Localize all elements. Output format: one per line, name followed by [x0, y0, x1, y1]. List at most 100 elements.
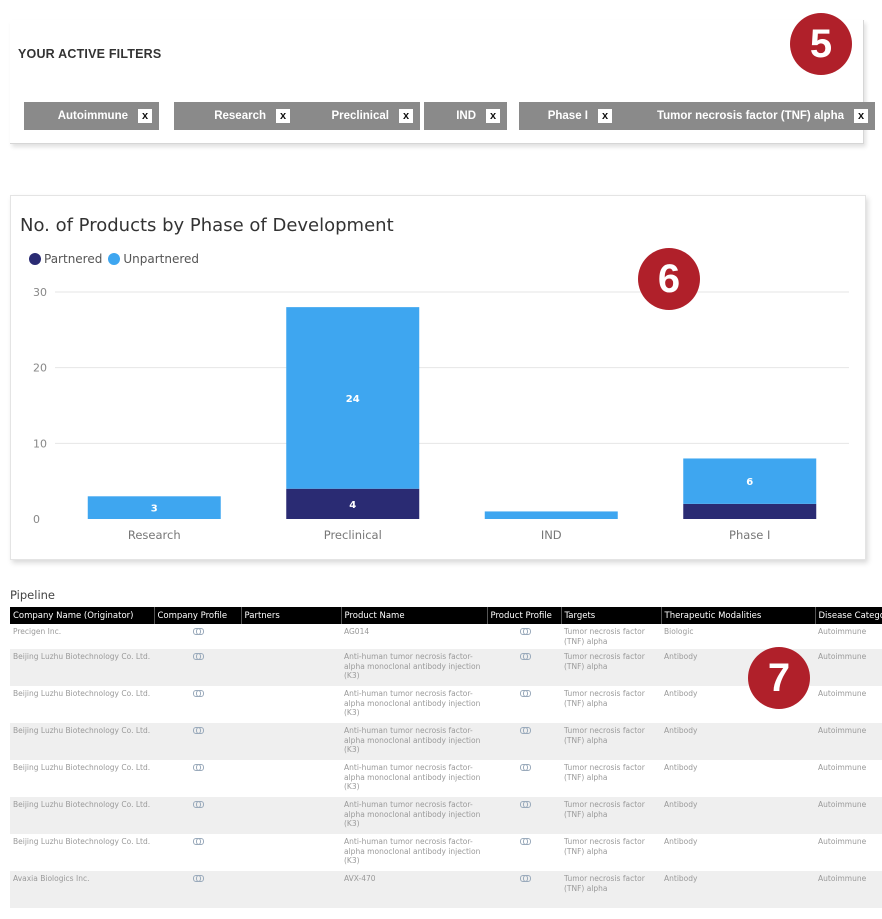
cell-product-name: Anti-human tumor necrosis factor-alpha m… [344, 689, 481, 717]
cell-therapeutic-modality: Antibody [661, 797, 815, 834]
cell-company-name: Beijing Luzhu Biotechnology Co. Ltd. [13, 763, 151, 772]
cell-disease-category: Autoimmune [815, 797, 882, 834]
cell-product-name: Anti-human tumor necrosis factor-alpha m… [341, 649, 487, 686]
close-icon[interactable]: x [276, 109, 290, 123]
cell-targets: Tumor necrosis factor (TNF) alpha [564, 689, 645, 708]
company-profile-link-icon[interactable] [193, 628, 204, 635]
x-tick-label: Research [128, 528, 181, 542]
cell-product-name: Anti-human tumor necrosis factor-alpha m… [341, 723, 487, 760]
close-icon[interactable]: x [138, 109, 152, 123]
cell-partners [241, 871, 341, 908]
cell-product-name: AVX-470 [341, 871, 487, 908]
product-profile-link-icon[interactable] [519, 727, 531, 734]
column-header-product-name[interactable]: Product Name [341, 607, 488, 624]
column-header-partners[interactable]: Partners [241, 607, 342, 624]
column-header-company[interactable]: Company Name (Originator) [10, 607, 155, 624]
y-tick-label: 0 [33, 513, 40, 526]
profile-cell [154, 723, 241, 760]
product-profile-link-icon[interactable] [519, 801, 531, 808]
filter-chip-research: Research x [174, 102, 297, 130]
table-row[interactable]: Beijing Luzhu Biotechnology Co. Ltd. Anti… [10, 760, 882, 797]
column-header-disease-category[interactable]: Disease Category [815, 607, 882, 624]
product-profile-link-icon[interactable] [519, 653, 531, 660]
close-icon[interactable]: x [399, 109, 413, 123]
product-profile-link-icon[interactable] [519, 764, 531, 771]
company-profile-link-icon[interactable] [193, 801, 204, 808]
y-tick-label: 30 [33, 286, 47, 299]
profile-cell [154, 871, 241, 908]
cell-product-name: Anti-human tumor necrosis factor-alpha m… [341, 797, 487, 834]
cell-disease-category: Autoimmune [818, 627, 867, 636]
table-row[interactable]: Beijing Luzhu Biotechnology Co. Ltd. Anti… [10, 834, 882, 871]
cell-partners [241, 649, 341, 686]
table-row[interactable]: Beijing Luzhu Biotechnology Co. Ltd. Anti… [10, 797, 882, 834]
cell-disease-category: Autoimmune [815, 649, 882, 686]
pipeline-label: Pipeline [10, 588, 56, 602]
bar-partnered-phase-i[interactable] [683, 503, 817, 519]
cell-targets: Tumor necrosis factor (TNF) alpha [564, 763, 645, 782]
column-header-targets[interactable]: Targets [561, 607, 662, 624]
filter-chip-label: Autoimmune [57, 110, 128, 122]
cell-partners [241, 760, 341, 797]
filter-chip-ind: IND x [424, 102, 507, 130]
close-icon[interactable]: x [598, 109, 612, 123]
profile-cell [487, 760, 561, 797]
product-profile-link-icon[interactable] [519, 628, 531, 635]
table-row[interactable]: Avaxia Biologics Inc. AVX-470 Tumor necros… [10, 871, 882, 908]
product-profile-link-icon[interactable] [519, 875, 531, 882]
table-row[interactable]: Beijing Luzhu Biotechnology Co. Ltd. Anti… [10, 723, 882, 760]
table-header-row: Company Name (Originator) Company Profil… [10, 607, 882, 624]
profile-cell [154, 649, 241, 686]
bar-unpartnered-ind[interactable] [484, 511, 618, 519]
cell-partners [241, 686, 341, 723]
close-icon[interactable]: x [854, 109, 868, 123]
cell-therapeutic-modality: Biologic [664, 627, 694, 636]
cell-therapeutic-modality: Antibody [664, 763, 698, 772]
column-header-product-profile[interactable]: Product Profile [487, 607, 562, 624]
pipeline-table: Company Name (Originator) Company Profil… [10, 607, 882, 919]
product-profile-link-icon[interactable] [519, 838, 531, 845]
cell-partners [241, 723, 341, 760]
company-profile-link-icon[interactable] [193, 764, 204, 771]
cell-disease-category: Autoimmune [818, 689, 867, 698]
company-profile-link-icon[interactable] [193, 653, 204, 660]
profile-cell [487, 723, 561, 760]
column-header-modalities[interactable]: Therapeutic Modalities [661, 607, 816, 624]
cell-product-name: AG014 [344, 627, 370, 636]
step-badge-6: 6 [638, 248, 700, 310]
company-profile-link-icon[interactable] [193, 875, 204, 882]
company-profile-link-icon[interactable] [193, 690, 204, 697]
cell-company-name: Beijing Luzhu Biotechnology Co. Ltd. [13, 689, 151, 698]
active-filters-panel: YOUR ACTIVE FILTERS Autoimmune x Researc… [10, 20, 875, 144]
bar-chart: 0 10 20 30 3 Research 4 24 Preclinical IND 6 Phase … [33, 286, 849, 542]
close-icon[interactable]: x [486, 109, 500, 123]
profile-cell [487, 871, 561, 908]
filter-chip-autoimmune: Autoimmune x [24, 102, 159, 130]
y-tick-label: 10 [33, 437, 47, 450]
table-row[interactable]: Precigen Inc. AG014 Tumor necrosis factor … [10, 624, 882, 649]
profile-cell [154, 624, 241, 649]
cell-targets: Tumor necrosis factor (TNF) alpha [561, 871, 661, 908]
product-profile-link-icon[interactable] [519, 690, 531, 697]
filter-chip-label: Phase I [547, 110, 588, 122]
filter-chip-label: IND [456, 110, 476, 122]
profile-cell [154, 686, 241, 723]
profile-cell [154, 760, 241, 797]
data-label: 24 [346, 394, 360, 405]
x-tick-label: Phase I [729, 528, 770, 542]
cell-disease-category: Autoimmune [815, 723, 882, 760]
cell-product-name: Anti-human tumor necrosis factor-alpha m… [344, 837, 481, 865]
y-tick-label: 20 [33, 362, 47, 375]
company-profile-link-icon[interactable] [193, 727, 204, 734]
company-profile-link-icon[interactable] [193, 838, 204, 845]
active-filters-title: YOUR ACTIVE FILTERS [18, 47, 162, 61]
cell-partners [241, 797, 341, 834]
phase-chart-panel: No. of Products by Phase of Development … [10, 195, 866, 560]
cell-product-name: Anti-human tumor necrosis factor-alpha m… [344, 763, 481, 791]
filter-chip-tnf-alpha: Tumor necrosis factor (TNF) alpha x [617, 102, 875, 130]
column-header-company-profile[interactable]: Company Profile [154, 607, 242, 624]
cell-disease-category: Autoimmune [815, 871, 882, 908]
cell-targets: Tumor necrosis factor (TNF) alpha [561, 649, 661, 686]
profile-cell [487, 834, 561, 871]
x-tick-label: Preclinical [324, 528, 382, 542]
